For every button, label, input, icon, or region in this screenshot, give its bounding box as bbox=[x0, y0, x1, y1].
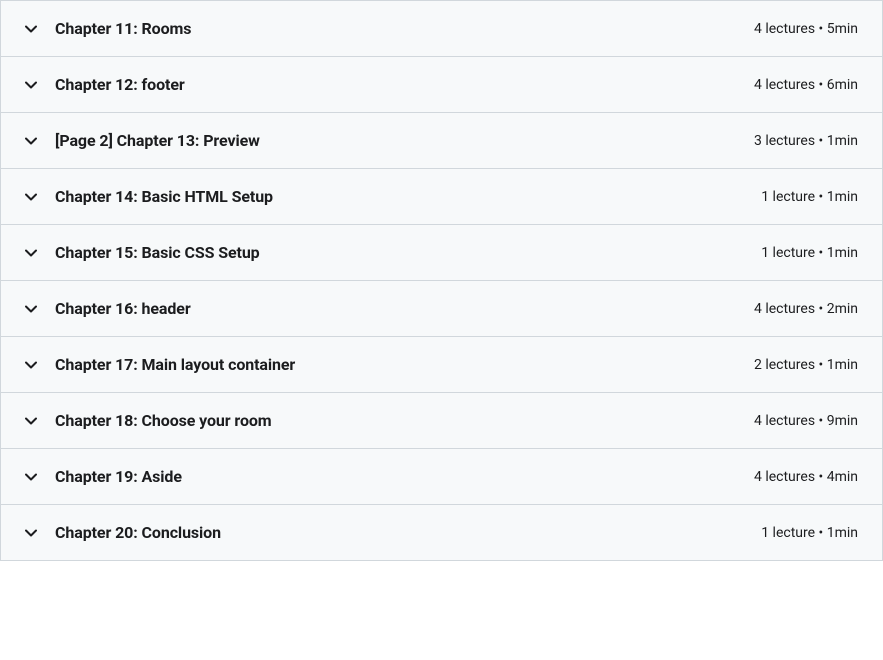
chapter-title: Chapter 15: Basic CSS Setup bbox=[55, 243, 260, 262]
chapter-lectures-count: 1 lecture bbox=[761, 245, 815, 261]
chapter-meta: 4 lectures • 4min bbox=[754, 469, 858, 485]
chapter-lectures-count: 4 lectures bbox=[754, 469, 815, 485]
chapter-lectures-count: 4 lectures bbox=[754, 21, 815, 37]
accordion-item: Chapter 14: Basic HTML Setup 1 lecture • … bbox=[1, 168, 882, 224]
chapter-meta: 1 lecture • 1min bbox=[761, 189, 858, 205]
chapter-duration: 4min bbox=[827, 469, 858, 485]
meta-separator: • bbox=[815, 525, 827, 541]
accordion-header-left: Chapter 17: Main layout container bbox=[25, 355, 295, 374]
chapter-lectures-count: 4 lectures bbox=[754, 301, 815, 317]
chapter-title: Chapter 14: Basic HTML Setup bbox=[55, 187, 273, 206]
chevron-down-icon bbox=[25, 191, 37, 203]
meta-separator: • bbox=[815, 469, 827, 485]
accordion-item: Chapter 20: Conclusion 1 lecture • 1min bbox=[1, 504, 882, 560]
chapter-duration: 1min bbox=[827, 245, 858, 261]
accordion-header-left: Chapter 19: Aside bbox=[25, 467, 182, 486]
chapter-title: Chapter 17: Main layout container bbox=[55, 355, 295, 374]
chapter-meta: 3 lectures • 1min bbox=[754, 133, 858, 149]
chevron-down-icon bbox=[25, 527, 37, 539]
chapter-meta: 4 lectures • 9min bbox=[754, 413, 858, 429]
accordion-header[interactable]: Chapter 12: footer 4 lectures • 6min bbox=[1, 57, 882, 112]
accordion-header[interactable]: Chapter 11: Rooms 4 lectures • 5min bbox=[1, 1, 882, 56]
accordion-item: [Page 2] Chapter 13: Preview 3 lectures •… bbox=[1, 112, 882, 168]
accordion-header-left: Chapter 18: Choose your room bbox=[25, 411, 272, 430]
chapter-title: Chapter 19: Aside bbox=[55, 467, 182, 486]
meta-separator: • bbox=[815, 301, 827, 317]
accordion-header[interactable]: Chapter 16: header 4 lectures • 2min bbox=[1, 281, 882, 336]
accordion-item: Chapter 15: Basic CSS Setup 1 lecture • 1… bbox=[1, 224, 882, 280]
chevron-down-icon bbox=[25, 79, 37, 91]
chapter-duration: 1min bbox=[827, 525, 858, 541]
accordion-header-left: [Page 2] Chapter 13: Preview bbox=[25, 131, 260, 150]
chevron-down-icon bbox=[25, 247, 37, 259]
course-chapters-accordion: Chapter 11: Rooms4 lectures • 5minChapte… bbox=[0, 0, 883, 561]
accordion-header-left: Chapter 12: footer bbox=[25, 75, 185, 94]
accordion-item: Chapter 12: footer 4 lectures • 6min bbox=[1, 56, 882, 112]
chapter-duration: 1min bbox=[827, 357, 858, 373]
chapter-lectures-count: 4 lectures bbox=[754, 413, 815, 429]
chapter-meta: 2 lectures • 1min bbox=[754, 357, 858, 373]
chapter-lectures-count: 1 lecture bbox=[761, 525, 815, 541]
accordion-item: Chapter 11: Rooms 4 lectures • 5min bbox=[1, 0, 882, 56]
meta-separator: • bbox=[815, 245, 827, 261]
chevron-down-icon bbox=[25, 359, 37, 371]
chapter-title: Chapter 16: header bbox=[55, 299, 191, 318]
chapter-duration: 1min bbox=[827, 133, 858, 149]
meta-separator: • bbox=[815, 133, 827, 149]
chevron-down-icon bbox=[25, 471, 37, 483]
accordion-item: Chapter 17: Main layout container 2 lectu… bbox=[1, 336, 882, 392]
chevron-down-icon bbox=[25, 415, 37, 427]
accordion-item: Chapter 16: header 4 lectures • 2min bbox=[1, 280, 882, 336]
chapter-title: Chapter 20: Conclusion bbox=[55, 523, 221, 542]
accordion-header[interactable]: Chapter 18: Choose your room 4 lectures •… bbox=[1, 393, 882, 448]
chevron-down-icon bbox=[25, 135, 37, 147]
chapter-meta: 1 lecture • 1min bbox=[761, 525, 858, 541]
chapter-meta: 4 lectures • 5min bbox=[754, 21, 858, 37]
meta-separator: • bbox=[815, 21, 827, 37]
chapter-lectures-count: 4 lectures bbox=[754, 77, 815, 93]
accordion-header[interactable]: Chapter 20: Conclusion 1 lecture • 1min bbox=[1, 505, 882, 560]
accordion-header[interactable]: [Page 2] Chapter 13: Preview 3 lectures •… bbox=[1, 113, 882, 168]
chapter-meta: 1 lecture • 1min bbox=[761, 245, 858, 261]
chevron-down-icon bbox=[25, 23, 37, 35]
chapter-duration: 6min bbox=[827, 77, 858, 93]
accordion-header[interactable]: Chapter 19: Aside 4 lectures • 4min bbox=[1, 449, 882, 504]
chapter-duration: 5min bbox=[827, 21, 858, 37]
chapter-title: Chapter 12: footer bbox=[55, 75, 185, 94]
meta-separator: • bbox=[815, 189, 827, 205]
accordion-item: Chapter 19: Aside 4 lectures • 4min bbox=[1, 448, 882, 504]
chapter-duration: 9min bbox=[827, 413, 858, 429]
accordion-item: Chapter 18: Choose your room 4 lectures •… bbox=[1, 392, 882, 448]
meta-separator: • bbox=[815, 77, 827, 93]
chapter-duration: 2min bbox=[827, 301, 858, 317]
accordion-header-left: Chapter 14: Basic HTML Setup bbox=[25, 187, 273, 206]
accordion-header[interactable]: Chapter 17: Main layout container 2 lectu… bbox=[1, 337, 882, 392]
chapter-title: Chapter 18: Choose your room bbox=[55, 411, 272, 430]
chapter-duration: 1min bbox=[827, 189, 858, 205]
accordion-header[interactable]: Chapter 15: Basic CSS Setup 1 lecture • 1… bbox=[1, 225, 882, 280]
chapter-meta: 4 lectures • 2min bbox=[754, 301, 858, 317]
chapter-lectures-count: 1 lecture bbox=[761, 189, 815, 205]
chapter-title: Chapter 11: Rooms bbox=[55, 19, 191, 38]
chapter-meta: 4 lectures • 6min bbox=[754, 77, 858, 93]
chapter-lectures-count: 3 lectures bbox=[754, 133, 815, 149]
accordion-header-left: Chapter 15: Basic CSS Setup bbox=[25, 243, 260, 262]
chevron-down-icon bbox=[25, 303, 37, 315]
meta-separator: • bbox=[815, 413, 827, 429]
chapter-lectures-count: 2 lectures bbox=[754, 357, 815, 373]
meta-separator: • bbox=[815, 357, 827, 373]
accordion-header-left: Chapter 11: Rooms bbox=[25, 19, 191, 38]
chapter-title: [Page 2] Chapter 13: Preview bbox=[55, 131, 260, 150]
accordion-header[interactable]: Chapter 14: Basic HTML Setup 1 lecture • … bbox=[1, 169, 882, 224]
accordion-header-left: Chapter 16: header bbox=[25, 299, 191, 318]
accordion-header-left: Chapter 20: Conclusion bbox=[25, 523, 221, 542]
